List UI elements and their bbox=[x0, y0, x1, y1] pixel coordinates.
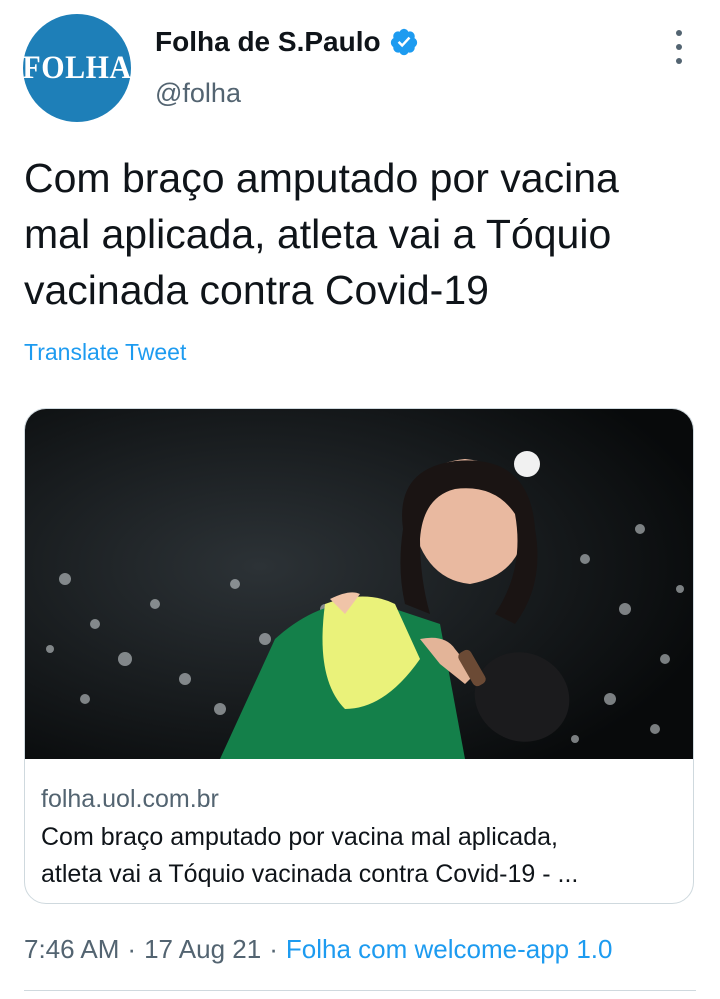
tweet-text: Com braço amputado por vacina mal aplica… bbox=[24, 155, 619, 313]
author-display-name[interactable]: Folha de S.Paulo bbox=[155, 26, 381, 58]
card-domain: folha.uol.com.br bbox=[41, 785, 219, 813]
author-name-row: Folha de S.Paulo bbox=[155, 26, 419, 58]
card-title: Com braço amputado por vacina mal aplica… bbox=[41, 823, 579, 888]
more-dot bbox=[676, 30, 682, 36]
tweet-date[interactable]: 17 Aug 21 bbox=[144, 934, 261, 964]
divider bbox=[24, 990, 696, 991]
author-handle[interactable]: @folha bbox=[155, 78, 241, 109]
verified-badge-icon bbox=[390, 28, 417, 56]
avatar[interactable]: FOLHA bbox=[22, 14, 132, 122]
avatar-logo-text: FOLHA bbox=[22, 49, 132, 86]
tweet-time[interactable]: 7:46 AM bbox=[24, 934, 119, 964]
tweet-meta: 7:46 AM · 17 Aug 21 · Folha com welcome-app … bbox=[24, 934, 612, 965]
more-dot bbox=[676, 44, 682, 50]
more-dot bbox=[676, 58, 682, 64]
card-image bbox=[25, 409, 693, 759]
translate-tweet-link[interactable]: Translate Tweet bbox=[24, 339, 186, 366]
meta-separator: · bbox=[269, 934, 278, 964]
more-options-icon[interactable] bbox=[664, 30, 694, 64]
meta-separator: · bbox=[127, 934, 137, 964]
link-preview-card[interactable]: folha.uol.com.br Com braço amputado por … bbox=[24, 408, 694, 904]
tweet-source-link[interactable]: Folha com welcome-app 1.0 bbox=[286, 934, 613, 964]
